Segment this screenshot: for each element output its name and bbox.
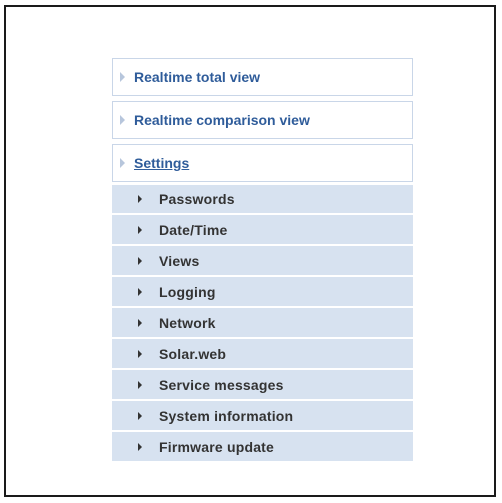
triangle-right-icon: [138, 442, 142, 451]
submenu-item-solar-web[interactable]: Solar.web: [112, 337, 413, 368]
submenu-item-views[interactable]: Views: [112, 244, 413, 275]
triangle-right-icon: [138, 411, 142, 420]
submenu-item-system-information[interactable]: System information: [112, 399, 413, 430]
submenu-item-logging[interactable]: Logging: [112, 275, 413, 306]
triangle-right-icon: [138, 380, 142, 389]
menu-item-label: Realtime comparison view: [134, 112, 310, 128]
menu-item-realtime-total-view[interactable]: Realtime total view: [112, 58, 413, 96]
submenu-item-label: Service messages: [159, 376, 284, 393]
submenu-item-passwords[interactable]: Passwords: [112, 182, 413, 213]
submenu-item-label: Solar.web: [159, 345, 227, 362]
submenu-item-label: System information: [159, 407, 294, 424]
submenu-item-network[interactable]: Network: [112, 306, 413, 337]
submenu-item-label: Passwords: [159, 191, 235, 207]
submenu-item-firmware-update[interactable]: Firmware update: [112, 430, 413, 461]
triangle-right-icon: [138, 287, 142, 296]
submenu-item-date-time[interactable]: Date/Time: [112, 213, 413, 244]
triangle-right-icon: [138, 349, 142, 358]
submenu-item-label: Logging: [159, 283, 216, 300]
settings-submenu: Passwords Date/Time Views Logging Networ…: [112, 182, 413, 461]
triangle-right-icon: [138, 318, 142, 327]
submenu-item-service-messages[interactable]: Service messages: [112, 368, 413, 399]
menu-item-label: Realtime total view: [134, 69, 261, 85]
screenshot-frame: Realtime total view Realtime comparison …: [4, 5, 496, 497]
submenu-item-label: Date/Time: [159, 221, 228, 238]
menu-item-label: Settings: [134, 155, 190, 171]
navigation-menu: Realtime total view Realtime comparison …: [112, 58, 413, 461]
submenu-item-label: Views: [159, 252, 200, 269]
triangle-right-icon: [138, 195, 142, 203]
chevron-right-icon: [120, 72, 125, 82]
submenu-item-label: Network: [159, 314, 216, 331]
chevron-right-icon: [120, 115, 125, 125]
submenu-item-label: Firmware update: [159, 438, 275, 455]
chevron-right-icon: [120, 158, 125, 168]
menu-item-settings[interactable]: Settings: [112, 144, 413, 182]
menu-item-realtime-comparison-view[interactable]: Realtime comparison view: [112, 101, 413, 139]
triangle-right-icon: [138, 256, 142, 265]
triangle-right-icon: [138, 225, 142, 234]
